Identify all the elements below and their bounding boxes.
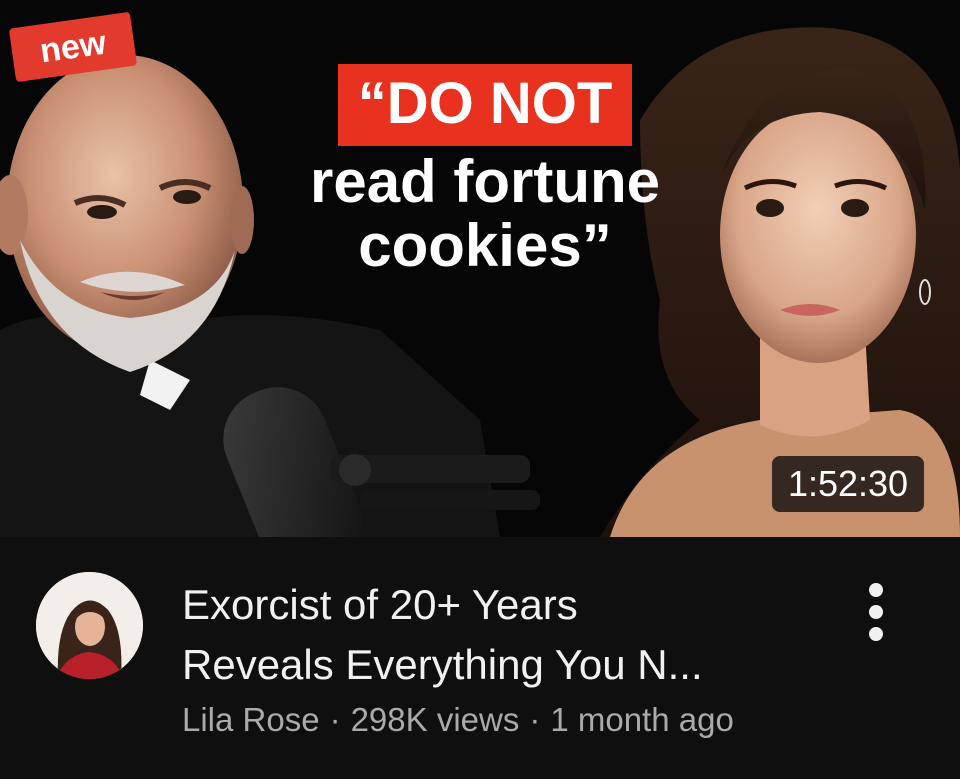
kebab-dot	[869, 605, 883, 619]
video-subtitle: Lila Rose · 298K views · 1 month ago	[182, 700, 734, 740]
video-title-line-2: Reveals Everything You N...	[182, 641, 703, 688]
more-vert-icon[interactable]	[852, 579, 900, 649]
upload-age: 1 month ago	[550, 701, 734, 738]
video-title[interactable]: Exorcist of 20+ Years Reveals Everything…	[182, 575, 822, 695]
channel-avatar[interactable]	[36, 572, 143, 679]
avatar-image	[36, 572, 143, 679]
channel-name[interactable]: Lila Rose	[182, 701, 320, 738]
video-title-line-1: Exorcist of 20+ Years	[182, 581, 578, 628]
separator-dot: ·	[529, 701, 541, 738]
kebab-dot	[869, 627, 883, 641]
duration-badge: 1:52:30	[772, 456, 924, 512]
thumbnail-quote: “DO NOT read fortune cookies”	[250, 64, 720, 278]
view-count: 298K views	[350, 701, 520, 738]
video-thumbnail[interactable]: new “DO NOT read fortune cookies” 1:52:3…	[0, 0, 960, 537]
separator-dot: ·	[329, 701, 341, 738]
kebab-dot	[869, 583, 883, 597]
video-meta: Exorcist of 20+ Years Reveals Everything…	[0, 537, 960, 779]
video-card[interactable]: new “DO NOT read fortune cookies” 1:52:3…	[0, 0, 960, 779]
quote-line-1: “DO NOT	[337, 64, 633, 146]
quote-line-3: cookies”	[358, 212, 612, 279]
quote-line-2: read fortune	[309, 148, 661, 215]
